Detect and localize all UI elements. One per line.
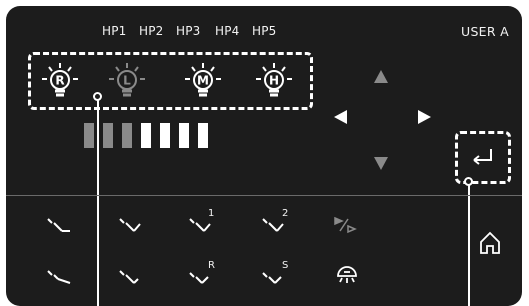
instrument-3-sub: 1 — [208, 208, 215, 219]
hp4-tab[interactable]: HP4 — [215, 24, 240, 38]
instrument-7-sub: R — [208, 260, 215, 271]
intensity-segment — [141, 123, 151, 148]
hp2-tab[interactable]: HP2 — [139, 24, 164, 38]
enter-button[interactable] — [469, 146, 497, 168]
arrow-up-button[interactable] — [374, 70, 388, 83]
arrow-down-button[interactable] — [374, 157, 388, 170]
divider — [6, 195, 522, 196]
enter-callout-line — [467, 185, 470, 306]
hp1-tab[interactable]: HP1 — [102, 24, 127, 38]
handpiece-icon — [47, 270, 71, 284]
light-button[interactable] — [332, 262, 362, 288]
handpiece-icon — [47, 218, 70, 232]
instrument-1-button[interactable] — [44, 212, 74, 238]
lamp-callout-line — [96, 100, 99, 306]
play-forward-icon — [334, 216, 357, 234]
home-button[interactable] — [478, 230, 502, 256]
instrument-8-sub: S — [282, 260, 289, 271]
hp5-tab[interactable]: HP5 — [252, 24, 277, 38]
control-panel: HP1 HP2 HP3 HP4 HP5 USER A R L M H 1 2 R… — [6, 6, 522, 306]
intensity-segment — [179, 123, 189, 148]
intensity-segment — [84, 123, 94, 148]
arrow-right-button[interactable] — [418, 110, 431, 124]
hp3-tab[interactable]: HP3 — [176, 24, 201, 38]
arrow-left-button[interactable] — [334, 110, 347, 124]
intensity-segment — [122, 123, 132, 148]
intensity-segment — [198, 123, 208, 148]
operating-light-icon — [337, 266, 357, 283]
home-icon — [480, 231, 500, 254]
instrument-5-button[interactable] — [44, 264, 74, 290]
lamp-group-highlight — [28, 52, 313, 110]
enter-icon — [473, 149, 492, 165]
handpiece-icon — [119, 218, 141, 232]
intensity-segment — [160, 123, 170, 148]
handpiece-icon — [119, 270, 139, 284]
instrument-6-button[interactable] — [116, 264, 146, 290]
instrument-2-button[interactable] — [116, 212, 146, 238]
play-forward-button[interactable] — [332, 212, 362, 238]
instrument-4-sub: 2 — [282, 208, 289, 219]
intensity-segment — [103, 123, 113, 148]
user-label[interactable]: USER A — [461, 24, 509, 39]
